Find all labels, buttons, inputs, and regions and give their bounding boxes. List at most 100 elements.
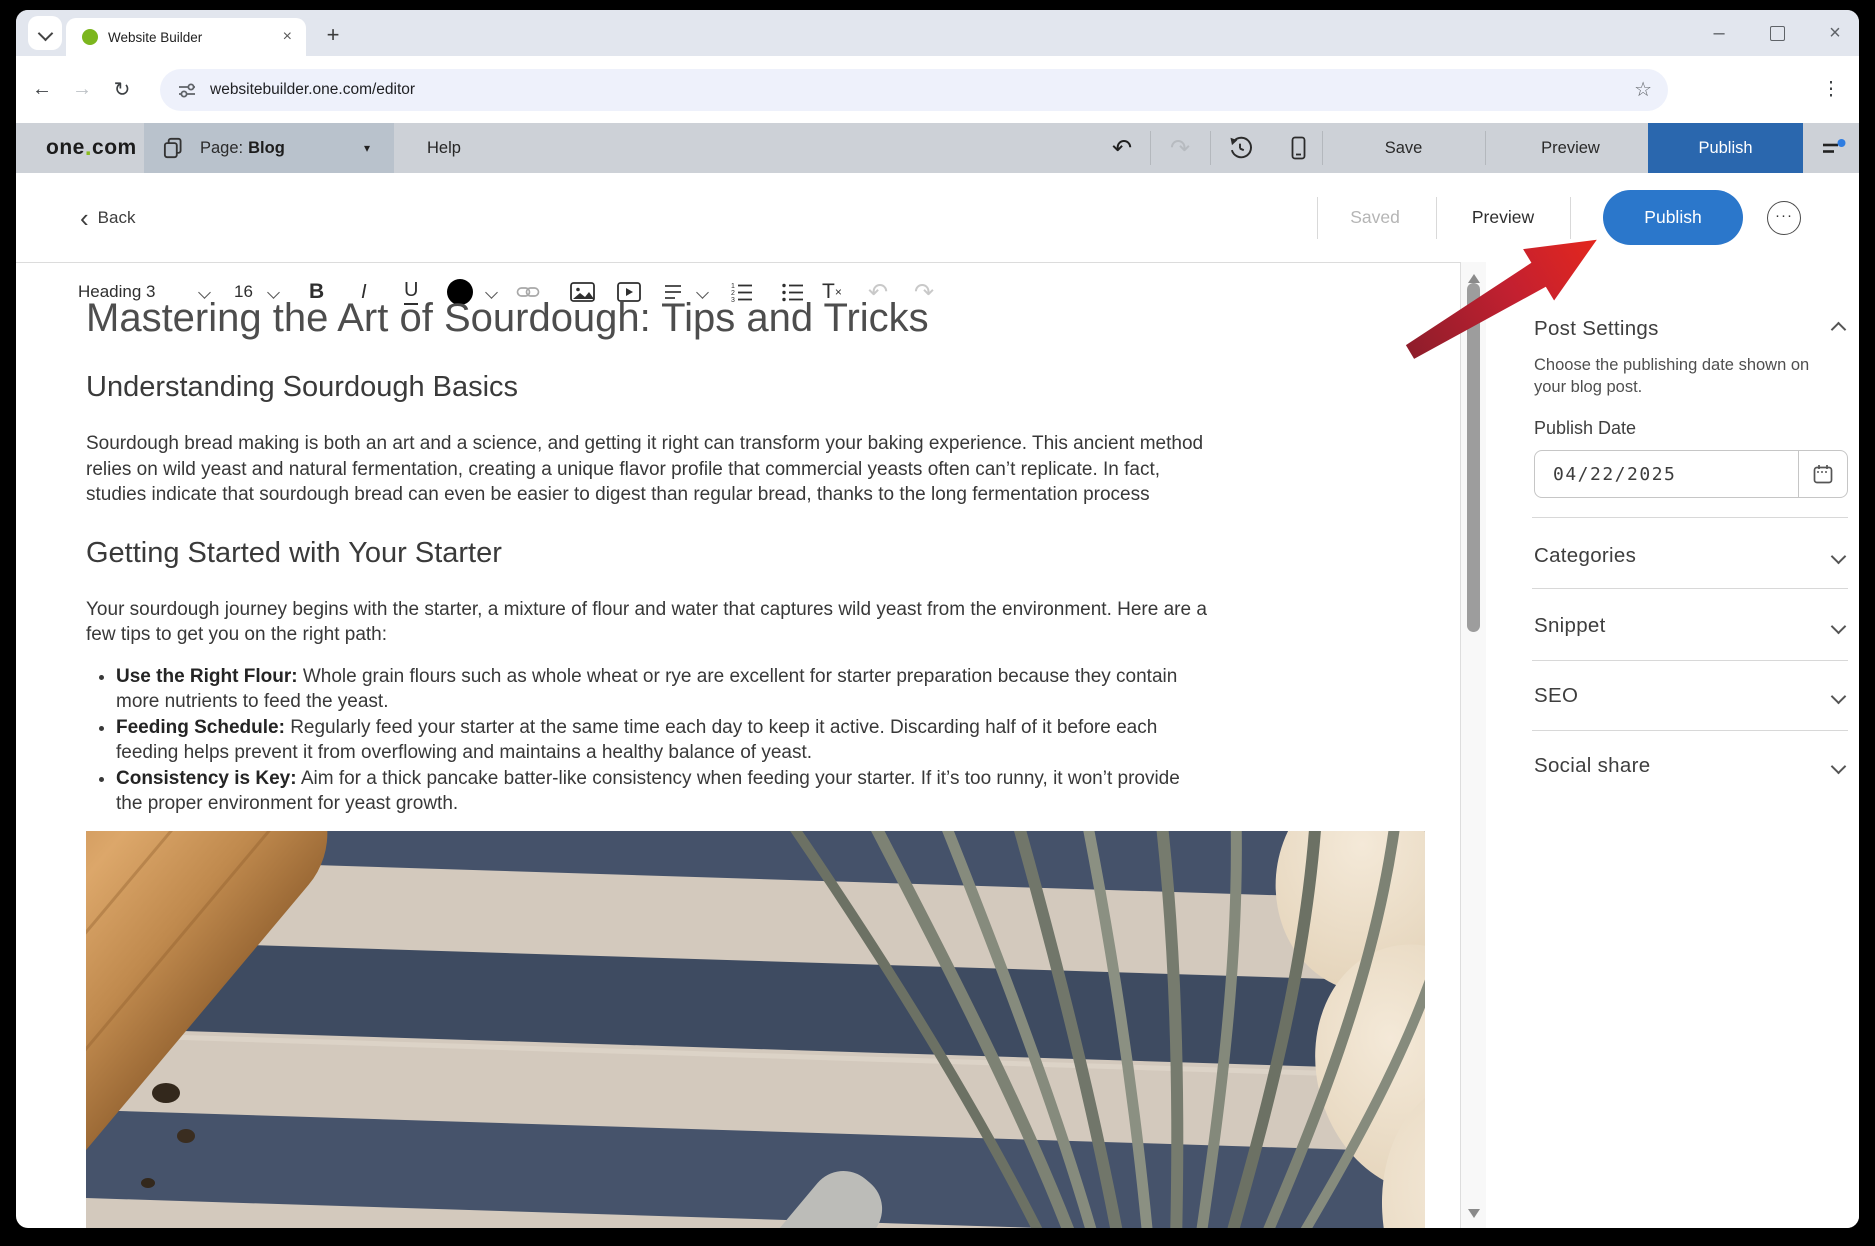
app-toolbar: one.com Page: Blog ▾ Help ↶ ↷ [16,123,1859,173]
url-text[interactable]: websitebuilder.one.com/editor [210,81,1634,99]
logo-text: com [92,136,137,160]
header-separator [1570,197,1571,239]
toolbar-separator [1210,131,1211,165]
header-separator [1317,197,1318,239]
scroll-up-arrow[interactable] [1468,274,1480,283]
help-button[interactable]: Help [427,123,461,173]
sidebar-divider-line [1532,588,1848,589]
section-heading: Understanding Sourdough Basics [86,370,1208,405]
list-item-lead: Feeding Schedule: [116,717,285,738]
logo-text: one [46,136,85,160]
history-button[interactable] [1218,123,1262,173]
scroll-down-arrow[interactable] [1468,1209,1480,1218]
mobile-preview-button[interactable] [1276,123,1320,173]
saved-status: Saved [1331,173,1419,262]
calendar-button[interactable] [1799,451,1847,497]
browser-menu-icon[interactable]: ⋮ [1811,78,1851,101]
post-settings-panel: Post Settings Choose the publishing date… [1486,262,1859,1228]
phone-icon [1285,135,1311,161]
section-label: Snippet [1534,614,1606,638]
history-icon [1227,135,1253,161]
section-label: SEO [1534,684,1578,708]
sidebar-divider-line [1532,730,1848,731]
post-image[interactable] [86,831,1425,1229]
post-settings-title: Post Settings [1534,317,1659,341]
menu-notification-icon [1819,135,1847,161]
omnibox[interactable]: websitebuilder.one.com/editor ☆ [160,69,1668,111]
post-settings-description: Choose the publishing date shown on your… [1534,354,1824,398]
sidebar-section-social-share[interactable]: Social share [1486,746,1859,786]
reload-button[interactable]: ↻ [102,77,142,102]
paragraph: Your sourdough journey begins with the s… [86,597,1208,648]
section-label: Social share [1534,754,1650,778]
toolbar-separator [1485,131,1486,165]
maximize-icon [1770,26,1785,41]
save-button[interactable]: Save [1346,123,1461,173]
back-label: Back [98,208,136,228]
chevron-up-icon [1831,321,1847,337]
section-heading: Getting Started with Your Starter [86,536,1208,571]
publish-button-toolbar[interactable]: Publish [1648,123,1803,173]
sidebar-section-snippet[interactable]: Snippet [1486,606,1859,646]
list-item: Use the Right Flour: Whole grain flours … [116,664,1208,715]
sidebar-divider-line [1532,660,1848,661]
list-item: Consistency is Key: Aim for a thick panc… [116,766,1208,817]
favicon [82,29,98,45]
more-options-button[interactable]: ··· [1767,201,1801,235]
tab-search-button[interactable] [28,16,62,50]
toolbar-separator [1322,131,1323,165]
list-item: Feeding Schedule: Regularly feed your st… [116,715,1208,766]
publish-button[interactable]: Publish [1603,190,1743,245]
preview-button[interactable]: Preview [1493,123,1648,173]
calendar-icon [1811,462,1835,486]
tab-close-icon[interactable]: × [279,28,296,46]
browser-window: Website Builder × + – × ← → ↻ websitebui… [16,10,1859,1228]
onecom-logo: one.com [46,123,137,173]
publish-date-input[interactable]: 04/22/2025 [1534,450,1848,498]
bullet-list: Use the Right Flour: Whole grain flours … [86,664,1208,817]
browser-tab[interactable]: Website Builder × [66,18,306,56]
scrollbar[interactable] [1460,262,1486,1228]
tab-strip: Website Builder × + – × [16,10,1859,56]
post-title: Mastering the Art of Sourdough: Tips and… [86,294,1208,342]
paragraph: Sourdough bread making is both an art an… [86,431,1208,508]
section-label: Categories [1534,544,1636,568]
list-item-lead: Use the Right Flour: [116,666,298,687]
back-button[interactable]: ‹ Back [80,173,135,262]
browser-forward-button[interactable]: → [62,78,102,101]
publish-date-value[interactable]: 04/22/2025 [1553,464,1798,485]
scrollbar-thumb[interactable] [1467,283,1480,632]
undo-button[interactable]: ↶ [1100,123,1144,173]
chevron-down-icon [1831,618,1847,634]
sidebar-divider-line [1532,517,1848,518]
window-minimize-button[interactable]: – [1697,10,1741,56]
chevron-down-icon [1831,548,1847,564]
window-maximize-button[interactable] [1755,10,1799,56]
back-chevron-icon: ‹ [80,208,89,228]
bookmark-star-icon[interactable]: ☆ [1634,77,1652,102]
page-selector[interactable]: Page: Blog ▾ [144,123,394,173]
preview-button-header[interactable]: Preview [1448,173,1558,262]
editor-header: ‹ Back Saved Preview Publish ··· [16,173,1859,262]
sidebar-section-seo[interactable]: SEO [1486,676,1859,716]
post-settings-header[interactable]: Post Settings [1486,309,1859,349]
pages-icon [160,135,186,161]
address-bar-row: ← → ↻ websitebuilder.one.com/editor ☆ ⋮ [16,56,1859,123]
logo-dot: . [85,143,92,153]
window-close-button[interactable]: × [1813,10,1857,56]
ellipsis-icon: ··· [1775,207,1793,224]
toolbar-separator [1150,131,1151,165]
sidebar-section-categories[interactable]: Categories [1486,536,1859,576]
chevron-down-icon [37,25,53,41]
editor-canvas[interactable]: Mastering the Art of Sourdough: Tips and… [86,294,1208,1228]
browser-back-button[interactable]: ← [22,78,62,101]
page-value: Blog [248,139,285,158]
redo-button[interactable]: ↷ [1158,123,1202,173]
site-settings-icon[interactable] [176,79,198,101]
list-item-lead: Consistency is Key: [116,768,297,789]
dropdown-triangle-icon: ▾ [364,141,370,155]
new-tab-button[interactable]: + [316,18,350,52]
chevron-down-icon [1831,688,1847,704]
account-menu-button[interactable] [1811,123,1855,173]
svg-text:1: 1 [731,283,735,290]
